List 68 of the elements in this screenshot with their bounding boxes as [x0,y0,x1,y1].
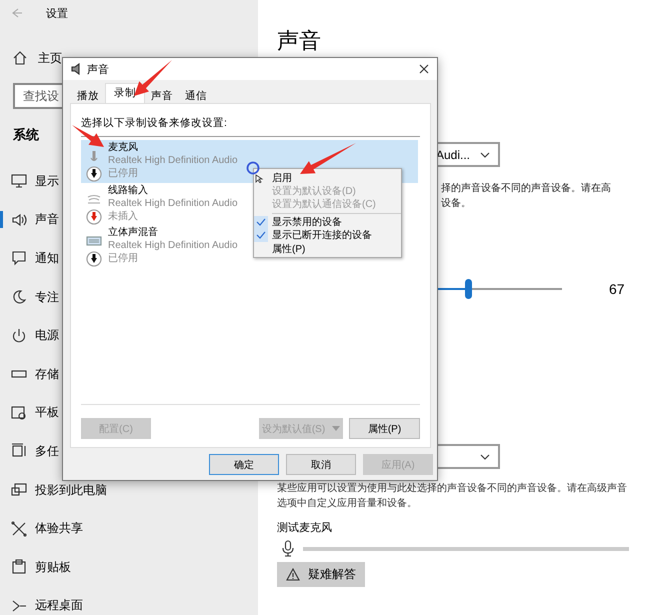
device-item[interactable]: 线路输入 Realtek High Definition Audio 未插入 [81,182,238,225]
nav-item[interactable]: 通知 [35,250,59,267]
instruction-text: 选择以下录制设备来修改设置: [81,116,228,130]
volume-value: 67 [609,281,625,297]
chevron-down-icon [480,454,490,460]
dialog-title: 声音 [87,62,109,76]
nav-item[interactable]: 多任 [35,442,59,460]
tablet-icon [11,404,27,421]
section-label: 测试麦克风 [277,521,332,536]
device-status: 已停用 [108,167,139,180]
dialog-button[interactable]: 取消 [286,454,356,475]
slider-thumb[interactable] [464,279,472,299]
speaker-icon [71,63,81,75]
nav-item[interactable]: 平板 [35,404,59,422]
menu-item[interactable]: 显示禁用的设备 [254,216,401,229]
nav-item[interactable]: 远程桌面 [35,597,83,614]
tab[interactable]: 通信 [179,89,213,103]
warning-icon [286,568,300,581]
tab[interactable]: 声音 [145,89,179,103]
moon-icon [11,289,27,306]
nav-item[interactable]: 专注 [35,288,59,306]
device-icon [86,235,102,247]
device-status: 已停用 [108,252,139,265]
device-name: 线路输入 [108,184,149,196]
task-view-icon [11,443,27,460]
tab[interactable]: 播放 [71,89,105,103]
troubleshoot-button[interactable]: 疑难解答 [277,562,365,587]
menu-item[interactable]: 启用 [254,171,401,184]
device-item[interactable]: 立体声混音 Realtek High Definition Audio 已停用 [81,225,238,268]
microphone-icon [282,540,294,557]
device-driver: Realtek High Definition Audio [108,196,238,210]
share-icon [11,520,27,537]
close-icon [419,64,429,74]
nav-item[interactable]: 存储 [35,366,59,383]
device-name: 立体声混音 [108,226,159,239]
menu-item[interactable]: 属性(P) [254,242,401,256]
dropdown-arrow-icon [332,426,340,431]
nav-item[interactable]: 剪贴板 [35,558,71,576]
page-heading: 声音 [277,28,321,54]
menu-item[interactable]: 显示已断开连接的设备 [254,228,401,242]
description-text: 某些应用可以设置为使用与此处选择的声音设备不同的声音设备。请在高级声音选项中自定义应用音量和设备。 [277,482,628,511]
clipboard-icon [11,559,27,576]
speaker-icon [11,212,27,228]
power-icon [11,328,27,344]
nav-item[interactable]: 投影到此电脑 [35,482,107,499]
device-driver: Realtek High Definition Audio [108,154,238,167]
nav-item[interactable]: 主页 [38,50,62,66]
back-arrow-icon [10,7,22,19]
description-text: 择的声音设备不同的声音设备。请在高 [441,182,612,196]
speech-bubble-icon [11,250,27,266]
home-icon [12,50,28,66]
dialog-button[interactable]: 属性(P) [349,418,420,439]
device-status: 未插入 [108,210,139,222]
device-icon [86,192,102,204]
projector-icon [11,482,27,498]
device-name: 麦克风 [108,141,139,154]
section-heading: 系统 [13,126,39,144]
nav-item[interactable]: 电源 [35,327,59,344]
nav-item[interactable]: 显示 [35,172,59,190]
window-title: 设置 [46,6,68,20]
annotation-arrow [300,143,356,174]
chevron-down-icon [480,152,490,158]
description-text: 设备。 [441,197,472,211]
nav-item[interactable]: 体验共享 [35,520,83,538]
nav-item[interactable]: 声音 [35,211,59,228]
monitor-icon [11,173,27,190]
device-driver: Realtek High Definition Audio [108,239,238,252]
dialog-button[interactable]: 确定 [209,454,279,475]
